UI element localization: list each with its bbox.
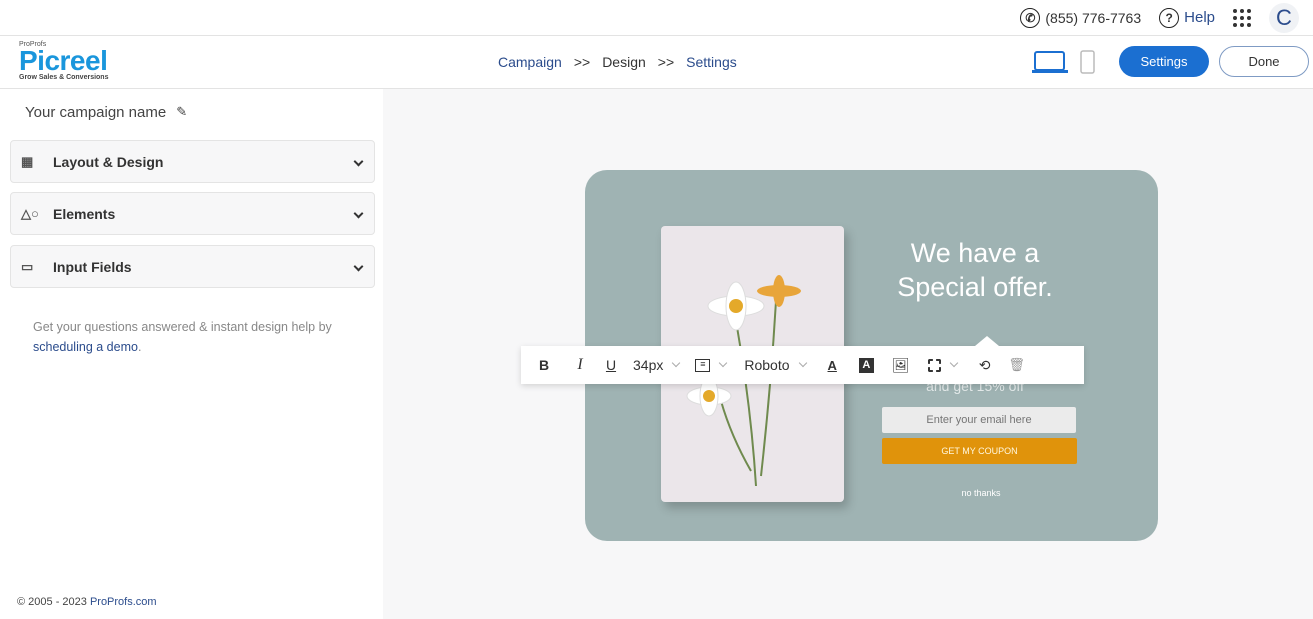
get-coupon-button[interactable]: GET MY COUPON xyxy=(882,438,1077,464)
italic-button[interactable]: I xyxy=(573,346,587,384)
underline-button[interactable]: U xyxy=(601,346,621,384)
accordion-label: Layout & Design xyxy=(53,153,164,170)
accordion-input-fields[interactable]: ▭ Input Fields xyxy=(10,245,375,288)
chevron-down-icon xyxy=(353,156,364,167)
font-family-dropdown[interactable]: Roboto xyxy=(744,346,815,384)
apps-grid-icon[interactable] xyxy=(1233,8,1251,27)
copyright-text: © 2005 - 2023 xyxy=(17,596,90,608)
no-thanks-link[interactable]: no thanks xyxy=(885,488,1077,498)
highlight-color-icon[interactable]: A xyxy=(858,346,874,384)
breadcrumb-design[interactable]: Design xyxy=(602,54,646,70)
done-button[interactable]: Done xyxy=(1219,46,1309,77)
accordion-elements[interactable]: △○ Elements xyxy=(10,192,375,235)
image-icon[interactable]: 🖼 xyxy=(892,346,910,384)
input-field-icon: ▭ xyxy=(21,258,34,274)
chevron-down-icon xyxy=(949,358,958,368)
accordion-layout-design[interactable]: ▦ Layout & Design xyxy=(10,140,375,183)
padding-dropdown[interactable] xyxy=(927,346,967,384)
accordion-label: Input Fields xyxy=(53,258,132,275)
chevron-down-icon xyxy=(353,208,364,219)
help-text-end: . xyxy=(137,340,142,354)
campaign-name-label: Your campaign name xyxy=(25,104,167,121)
chevron-down-icon xyxy=(353,261,364,272)
proprofs-link[interactable]: ProProfs.com xyxy=(90,596,157,608)
popup-title[interactable]: We have a Special offer. xyxy=(885,236,1065,304)
font-size-dropdown[interactable]: 34px xyxy=(633,346,689,384)
breadcrumb-separator: >> xyxy=(657,54,675,70)
picreel-logo[interactable]: ProProfs Picreel Grow Sales & Conversion… xyxy=(19,41,108,81)
align-icon: ≡ xyxy=(695,358,711,372)
breadcrumb-settings[interactable]: Settings xyxy=(686,54,737,70)
accordion-label: Elements xyxy=(53,205,116,222)
phone-number: (855) 776-7763 xyxy=(1045,9,1142,26)
sidebar: Your campaign name ✎ ▦ Layout & Design △○ E… xyxy=(0,89,383,619)
chevron-down-icon xyxy=(719,358,728,368)
header: ProProfs Picreel Grow Sales & Conversion… xyxy=(0,36,1313,89)
avatar[interactable]: C xyxy=(1269,2,1299,33)
copyright: © 2005 - 2023 ProProfs.com xyxy=(17,596,157,608)
help-text: Get your questions answered & instant de… xyxy=(33,317,363,357)
breadcrumb: Campaign >> Design >> Settings xyxy=(498,54,737,70)
desktop-view-icon[interactable] xyxy=(1032,50,1068,74)
help-link[interactable]: ? Help xyxy=(1159,7,1215,28)
help-text-body: Get your questions answered & instant de… xyxy=(33,320,332,334)
settings-button[interactable]: Settings xyxy=(1119,46,1209,77)
layout-icon: ▦ xyxy=(21,153,34,169)
help-label: Help xyxy=(1184,9,1215,26)
trash-icon[interactable]: 🗑 xyxy=(1008,346,1025,384)
text-format-toolbar: B I U 34px ≡ Roboto A A 🖼 ⟲ 🗑 xyxy=(521,336,1084,384)
pencil-icon[interactable]: ✎ xyxy=(176,104,187,121)
logo-tagline: Grow Sales & Conversions xyxy=(19,74,109,81)
email-input[interactable] xyxy=(882,407,1076,433)
breadcrumb-separator: >> xyxy=(573,54,591,70)
phone-icon: ✆ xyxy=(1020,7,1041,28)
bold-button[interactable]: B xyxy=(534,346,554,384)
shapes-icon: △○ xyxy=(21,205,39,221)
question-icon: ? xyxy=(1159,7,1180,28)
mobile-view-icon[interactable] xyxy=(1080,50,1096,75)
chevron-down-icon xyxy=(672,358,681,368)
logo-text: Picreel xyxy=(19,45,108,76)
top-bar: ✆ (855) 776-7763 ? Help C xyxy=(0,0,1313,36)
font-size-value: 34px xyxy=(633,357,664,373)
frame-icon xyxy=(927,358,941,372)
campaign-name[interactable]: Your campaign name ✎ xyxy=(25,104,187,121)
breadcrumb-campaign[interactable]: Campaign xyxy=(498,54,562,70)
text-color-icon[interactable]: A xyxy=(828,346,837,384)
reset-icon[interactable]: ⟲ xyxy=(979,346,991,384)
chevron-down-icon xyxy=(798,358,807,368)
phone-contact[interactable]: ✆ (855) 776-7763 xyxy=(1020,7,1142,28)
schedule-demo-link[interactable]: scheduling a demo xyxy=(33,340,138,354)
alignment-dropdown[interactable]: ≡ xyxy=(695,346,736,384)
font-family-value: Roboto xyxy=(744,357,790,373)
